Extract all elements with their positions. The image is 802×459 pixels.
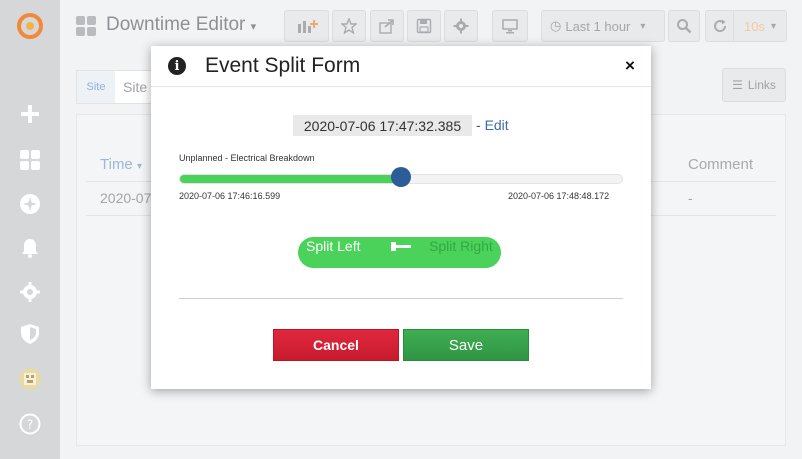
comment-column-header[interactable]: Comment — [688, 156, 753, 173]
help-question-icon[interactable]: ? — [18, 412, 42, 436]
time-column-header[interactable]: Time ▾ — [100, 156, 142, 173]
share-icon — [379, 19, 394, 34]
tv-mode-button[interactable] — [492, 10, 528, 42]
dashboard-settings-button[interactable] — [444, 10, 478, 42]
configuration-gear-icon[interactable] — [18, 280, 42, 304]
save-floppy-icon — [416, 18, 432, 34]
explore-compass-icon[interactable] — [18, 192, 42, 216]
toggle-handle-icon — [391, 242, 411, 251]
timestamp-edit: - Edit — [476, 117, 509, 133]
links-label: Links — [747, 78, 776, 92]
site-variable-value: Site — [123, 79, 148, 95]
dashboard-title-text: Downtime Editor — [106, 14, 246, 35]
modal-divider — [179, 298, 623, 299]
time-range-picker[interactable]: ◷ Last 1 hour ▾ — [541, 10, 665, 42]
split-slider-handle[interactable] — [391, 167, 411, 187]
zoom-out-button[interactable] — [668, 10, 700, 42]
save-button[interactable]: Save — [403, 329, 529, 361]
refresh-button[interactable] — [705, 10, 733, 42]
server-admin-shield-icon[interactable] — [18, 322, 42, 346]
site-variable-label: Site — [77, 71, 115, 103]
add-panel-icon — [297, 20, 318, 33]
monitor-icon — [502, 19, 518, 34]
table-row-time: 2020-07 — [100, 190, 152, 206]
event-split-modal: i Event Split Form × 2020-07-06 17:47:32… — [151, 46, 651, 389]
grafana-logo-icon[interactable] — [14, 10, 46, 42]
search-icon — [677, 19, 692, 34]
cancel-button[interactable]: Cancel — [273, 329, 399, 361]
dashboards-icon[interactable] — [18, 148, 42, 172]
close-icon[interactable]: × — [625, 56, 635, 76]
star-icon — [341, 18, 357, 34]
star-button[interactable] — [332, 10, 366, 42]
dashboard-title[interactable]: Downtime Editor ▾ — [106, 14, 256, 36]
range-start-time: 2020-07-06 17:46:16.599 — [179, 191, 281, 201]
alerting-bell-icon[interactable] — [18, 236, 42, 260]
dashboard-grid-icon — [76, 16, 96, 36]
plus-icon[interactable] — [18, 102, 42, 126]
list-icon: ☰ — [732, 78, 743, 92]
range-end-time: 2020-07-06 17:48:48.172 — [508, 191, 610, 201]
caret-down-icon: ▾ — [250, 21, 257, 33]
edit-link[interactable]: Edit — [485, 117, 509, 133]
svg-text:?: ? — [27, 418, 33, 432]
user-avatar-icon[interactable] — [18, 367, 42, 391]
time-range-text: Last 1 hour — [565, 18, 631, 34]
clock-icon: ◷ — [550, 18, 562, 33]
gear-icon — [453, 18, 469, 34]
split-right-label: Split Right — [429, 238, 493, 254]
split-timestamp: 2020-07-06 17:47:32.385 — [293, 115, 472, 136]
top-navbar: Downtime Editor ▾ ◷ Last 1 hour ▾ 10s ▾ — [60, 0, 802, 52]
caret-down-icon: ▾ — [640, 20, 646, 32]
info-icon: i — [168, 57, 186, 75]
event-label: Unplanned - Electrical Breakdown — [179, 153, 315, 163]
refresh-interval-picker[interactable]: 10s ▾ — [733, 10, 787, 42]
split-left-label: Split Left — [306, 238, 361, 254]
share-button[interactable] — [370, 10, 404, 42]
caret-down-icon: ▾ — [770, 20, 776, 32]
modal-title: Event Split Form — [205, 54, 361, 77]
save-dashboard-button[interactable] — [407, 10, 441, 42]
time-column-label: Time — [100, 156, 133, 173]
links-button[interactable]: ☰ Links — [722, 68, 786, 102]
refresh-icon — [713, 19, 726, 33]
split-slider-fill — [180, 175, 402, 183]
split-direction-toggle[interactable]: Split Left Split Right — [298, 237, 501, 268]
modal-header: i Event Split Form × — [151, 46, 651, 87]
table-row-comment: - — [688, 190, 693, 206]
refresh-interval-text: 10s — [744, 18, 765, 34]
edit-prefix: - — [476, 117, 485, 133]
sidebar: ? — [0, 0, 60, 459]
sort-caret-icon: ▾ — [136, 161, 142, 172]
add-panel-button[interactable] — [284, 10, 329, 42]
